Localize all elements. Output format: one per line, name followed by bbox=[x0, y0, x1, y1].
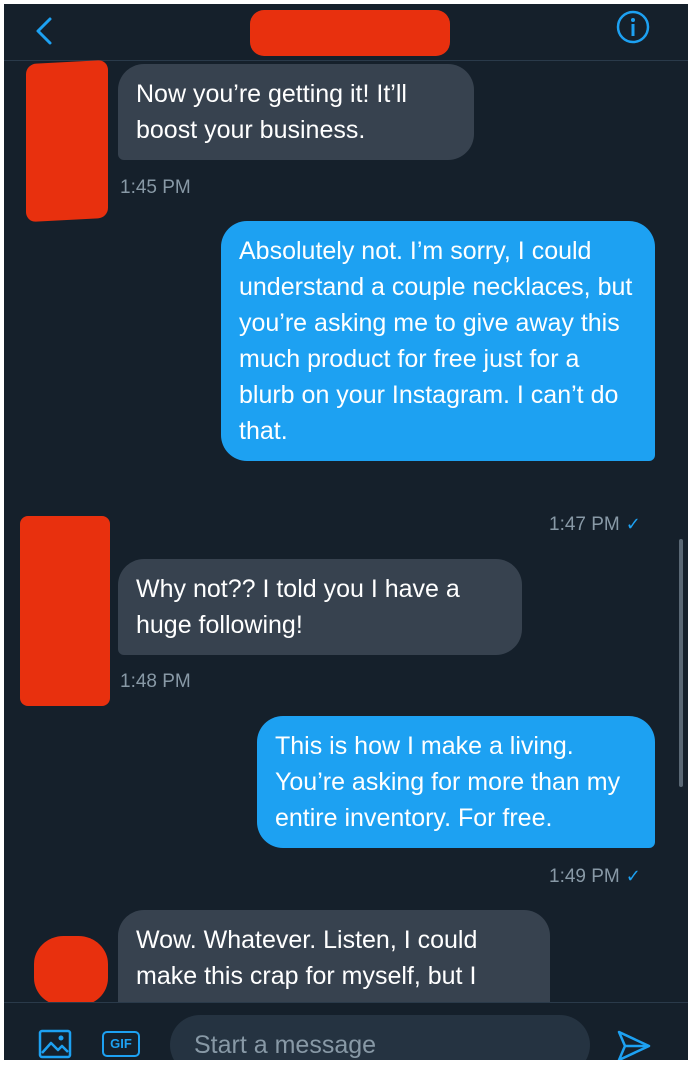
message-text: Wow. Whatever. Listen, I could make this… bbox=[136, 926, 478, 990]
message-text: This is how I make a living. You’re aski… bbox=[275, 732, 621, 832]
sent-message: Absolutely not. I’m sorry, I could under… bbox=[221, 221, 655, 461]
message-composer: GIF bbox=[4, 1002, 688, 1060]
message-timestamp: 1:47 PM ✓ bbox=[549, 514, 641, 535]
info-icon[interactable] bbox=[616, 10, 650, 44]
sent-message: This is how I make a living. You’re aski… bbox=[257, 716, 655, 848]
message-timestamp: 1:49 PM ✓ bbox=[549, 866, 641, 887]
chevron-left-icon[interactable] bbox=[30, 16, 60, 46]
scrollbar[interactable] bbox=[679, 539, 683, 787]
avatar-redacted bbox=[34, 936, 108, 1006]
send-icon[interactable] bbox=[616, 1029, 652, 1060]
message-text: Absolutely not. I’m sorry, I could under… bbox=[239, 237, 633, 445]
sent-check-icon: ✓ bbox=[625, 514, 641, 534]
image-icon[interactable] bbox=[38, 1029, 72, 1059]
message-text: Now you’re getting it! It’ll boost your … bbox=[136, 80, 407, 144]
received-message: Now you’re getting it! It’ll boost your … bbox=[118, 64, 474, 160]
message-timestamp: 1:45 PM bbox=[120, 177, 191, 198]
avatar-redacted bbox=[20, 516, 110, 706]
message-input[interactable] bbox=[170, 1015, 590, 1060]
redacted-username bbox=[250, 10, 450, 56]
gif-icon[interactable]: GIF bbox=[102, 1031, 140, 1057]
message-timestamp: 1:48 PM bbox=[120, 671, 191, 692]
received-message: Why not?? I told you I have a huge follo… bbox=[118, 559, 522, 655]
conversation-header bbox=[4, 4, 688, 61]
avatar-redacted bbox=[26, 59, 108, 223]
sent-check-icon: ✓ bbox=[625, 866, 641, 886]
message-text: Why not?? I told you I have a huge follo… bbox=[136, 575, 460, 639]
dm-conversation-screen: Now you’re getting it! It’ll boost your … bbox=[4, 4, 688, 1060]
